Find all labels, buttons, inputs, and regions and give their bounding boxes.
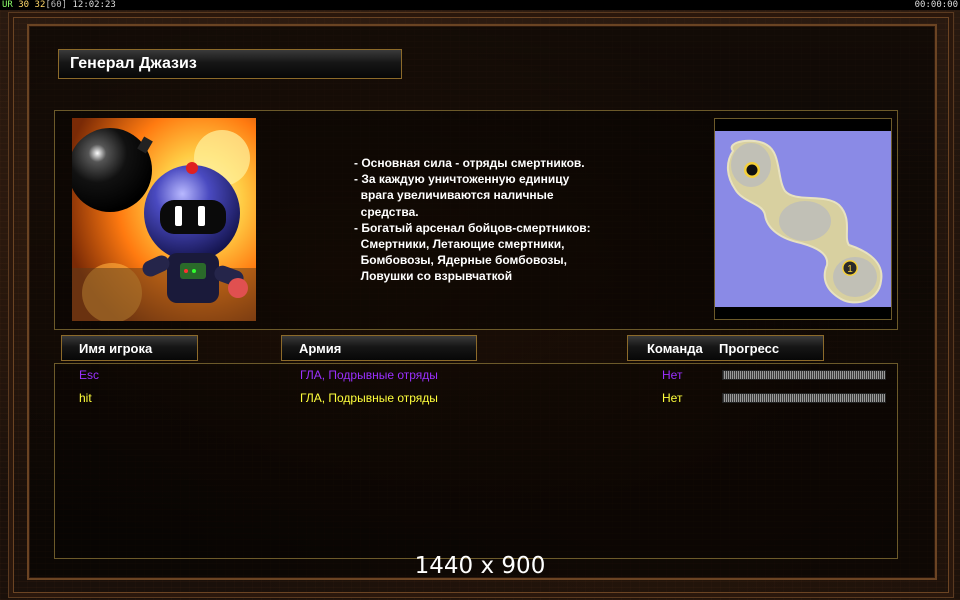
column-header-label: Армия [299, 341, 342, 356]
game-timer: 00:00:00 [914, 0, 958, 10]
player-row: Esc ГЛА, Подрывные отряды Нет [55, 366, 899, 384]
column-header-label: Команда [647, 341, 703, 356]
fps-value-a: 30 [18, 0, 30, 10]
column-header-label: Имя игрока [79, 341, 153, 356]
general-title-box: Генерал Джазиз [58, 49, 402, 79]
column-header-team-progress: Команда Прогресс [627, 335, 824, 361]
fps-value-b: 32 [34, 0, 46, 10]
player-army: ГЛА, Подрывные отряды [300, 368, 438, 382]
player-team: Нет [662, 391, 683, 405]
description-line: - Богатый арсенал бойцов-смертников: [354, 220, 591, 235]
description-line: врага увеличиваются наличные [354, 188, 554, 203]
minimap-image: 1 [715, 119, 891, 319]
system-clock: 12:02:23 [72, 0, 116, 10]
player-row: hit ГЛА, Подрывные отряды Нет [55, 389, 899, 407]
player-list: Esc ГЛА, Подрывные отряды Нет hit ГЛА, П… [54, 363, 898, 559]
description-line: средства. [354, 204, 419, 219]
fps-value-c: [60] [45, 0, 68, 10]
bomberman-portrait-image [72, 118, 256, 321]
general-name: Генерал Джазиз [70, 55, 197, 72]
debug-overlay-bar: UR 30 32[60] 12:02:23 00:00:00 [0, 0, 960, 10]
column-header-player-name: Имя игрока [61, 335, 198, 361]
loading-progress-bar [722, 370, 886, 380]
description-line: Бомбовозы, Ядерные бомбовозы, [354, 253, 567, 268]
description-line: - За каждую уничтоженную единицу [354, 172, 570, 187]
resolution-caption: 1440 x 900 [414, 553, 546, 579]
general-portrait [72, 118, 256, 321]
fps-readout: UR 30 32[60] 12:02:23 [2, 0, 116, 10]
description-line: Ловушки со взрывчаткой [354, 269, 513, 284]
column-header-label: Прогресс [719, 341, 780, 356]
start-position-number: 1 [847, 264, 853, 275]
loading-progress-bar [722, 393, 886, 403]
player-name: hit [79, 391, 92, 405]
description-line: Смертники, Летающие смертники, [354, 237, 565, 252]
player-army: ГЛА, Подрывные отряды [300, 391, 438, 405]
player-name: Esc [79, 368, 100, 382]
ur-label: UR [2, 0, 13, 10]
description-line: - Основная сила - отряды смертников. [354, 156, 585, 170]
player-team: Нет [662, 368, 683, 382]
column-header-army: Армия [281, 335, 477, 361]
general-description: - Основная сила - отряды смертников. - З… [354, 155, 684, 285]
map-preview: 1 [714, 118, 892, 320]
